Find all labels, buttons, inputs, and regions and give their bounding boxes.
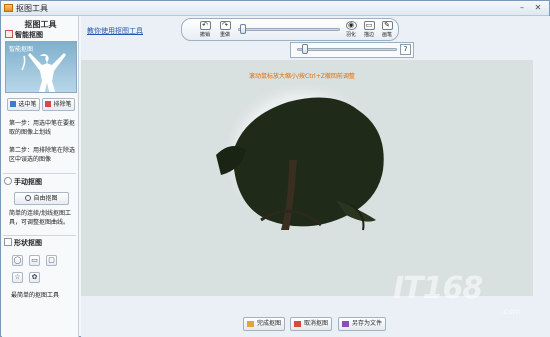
brush-size-value[interactable]: 7: [400, 44, 411, 55]
feather-icon: ◉: [345, 21, 357, 30]
rounded-rect-icon[interactable]: ▢: [46, 255, 57, 266]
done-cutout-button[interactable]: 完成抠图: [243, 317, 286, 331]
select-pen-label: 选中笔: [18, 101, 37, 108]
minimize-button[interactable]: –: [516, 3, 528, 13]
done-icon: [247, 321, 254, 327]
title-bar: 抠图工具 – ✕: [1, 1, 549, 16]
cancel-label: 取消抠图: [304, 320, 329, 327]
shape-description: 最简单的抠图工具: [11, 292, 60, 299]
smart-step-1: 第一步：用选中笔在要抠取的图像上划线: [9, 120, 76, 136]
divider: [3, 235, 76, 236]
rect-icon[interactable]: ▭: [29, 255, 40, 266]
redo-label: 重做: [219, 32, 230, 38]
app-window: 抠图工具 – ✕ 抠图工具 智能抠图 智能抠图 选中笔 排除笔 第一步：用选中笔…: [0, 0, 550, 337]
window-title: 抠图工具: [16, 4, 48, 13]
manual-description: 简单的连续/划线抠图工具，可调整抠图曲线。: [9, 210, 72, 226]
lasso-icon: [25, 195, 32, 201]
smart-cutout-label: 智能抠图: [15, 31, 43, 39]
top-toolbar: ↶ 撤销 ↷ 重做 ◉ 羽化 ▭ 描边 ✎ 画笔: [181, 18, 399, 41]
save-as-label: 另存为文件: [352, 320, 383, 327]
stroke-button[interactable]: ▭ 描边: [360, 20, 378, 40]
app-icon: [4, 4, 13, 12]
done-label: 完成抠图: [257, 320, 282, 327]
free-cutout-label: 自由抠图: [33, 195, 58, 202]
smart-step-2: 第二步：用排除笔在除选区中误选的图像: [9, 147, 76, 163]
close-button[interactable]: ✕: [532, 3, 544, 13]
undo-button[interactable]: ↶ 撤销: [196, 20, 214, 40]
shape-cutout-heading: 形状抠图: [4, 238, 42, 248]
smart-cutout-thumbnail[interactable]: 智能抠图: [5, 41, 77, 93]
undo-label: 撤销: [199, 32, 210, 38]
tree-image: [216, 82, 384, 231]
cancel-cutout-button[interactable]: 取消抠图: [290, 317, 333, 331]
eraser-pen-icon: [45, 101, 52, 107]
redo-icon: ↷: [219, 21, 231, 30]
cancel-icon: [294, 321, 301, 327]
brush-icon: ✎: [381, 21, 393, 30]
canvas-hint: 滚动鼠标放大缩小/按Ctrl+Z撤回前调整: [249, 73, 355, 80]
gear-shape-icon[interactable]: ✿: [29, 272, 40, 283]
zoom-slider-knob[interactable]: [239, 24, 246, 34]
smart-cutout-icon: [5, 30, 13, 38]
help-link[interactable]: 教你使用抠图工具: [87, 26, 143, 36]
shape-cutout-label: 形状抠图: [14, 239, 42, 247]
undo-icon: ↶: [199, 21, 211, 30]
star-icon[interactable]: ☆: [12, 272, 23, 283]
shape-icon: [4, 238, 12, 246]
free-cutout-button[interactable]: 自由抠图: [14, 192, 69, 205]
manual-cutout-heading: 手动抠图: [4, 177, 42, 187]
feather-button[interactable]: ◉ 羽化: [342, 20, 360, 40]
feather-label: 羽化: [345, 32, 356, 38]
exclude-pen-button[interactable]: 排除笔: [42, 98, 75, 111]
image-stage[interactable]: [81, 60, 533, 296]
watermark-domain: .com: [501, 307, 521, 316]
stroke-label: 描边: [363, 32, 374, 38]
save-icon: [342, 321, 349, 327]
save-as-button[interactable]: 另存为文件: [338, 317, 387, 331]
smart-cutout-heading: 智能抠图: [5, 30, 43, 40]
brush-button[interactable]: ✎ 画笔: [378, 20, 396, 40]
person-silhouette-icon: [21, 53, 66, 92]
ellipse-icon[interactable]: ◯: [12, 255, 23, 266]
brush-label: 画笔: [381, 32, 392, 38]
sidebar-title: 抠图工具: [24, 20, 57, 29]
brush-size-slider[interactable]: [297, 48, 397, 51]
pen-icon: [10, 101, 17, 107]
watermark-logo: IT168: [393, 271, 483, 306]
manual-cutout-label: 手动抠图: [14, 178, 42, 186]
divider: [3, 173, 76, 174]
brush-size-knob[interactable]: [301, 44, 308, 54]
star-outline-icon: [4, 177, 12, 185]
stroke-icon: ▭: [363, 21, 375, 30]
brush-size-panel: 7: [290, 42, 414, 58]
select-pen-button[interactable]: 选中笔: [7, 98, 40, 111]
exclude-pen-label: 排除笔: [53, 101, 72, 108]
redo-button[interactable]: ↷ 重做: [216, 20, 234, 40]
zoom-slider[interactable]: [238, 28, 340, 31]
